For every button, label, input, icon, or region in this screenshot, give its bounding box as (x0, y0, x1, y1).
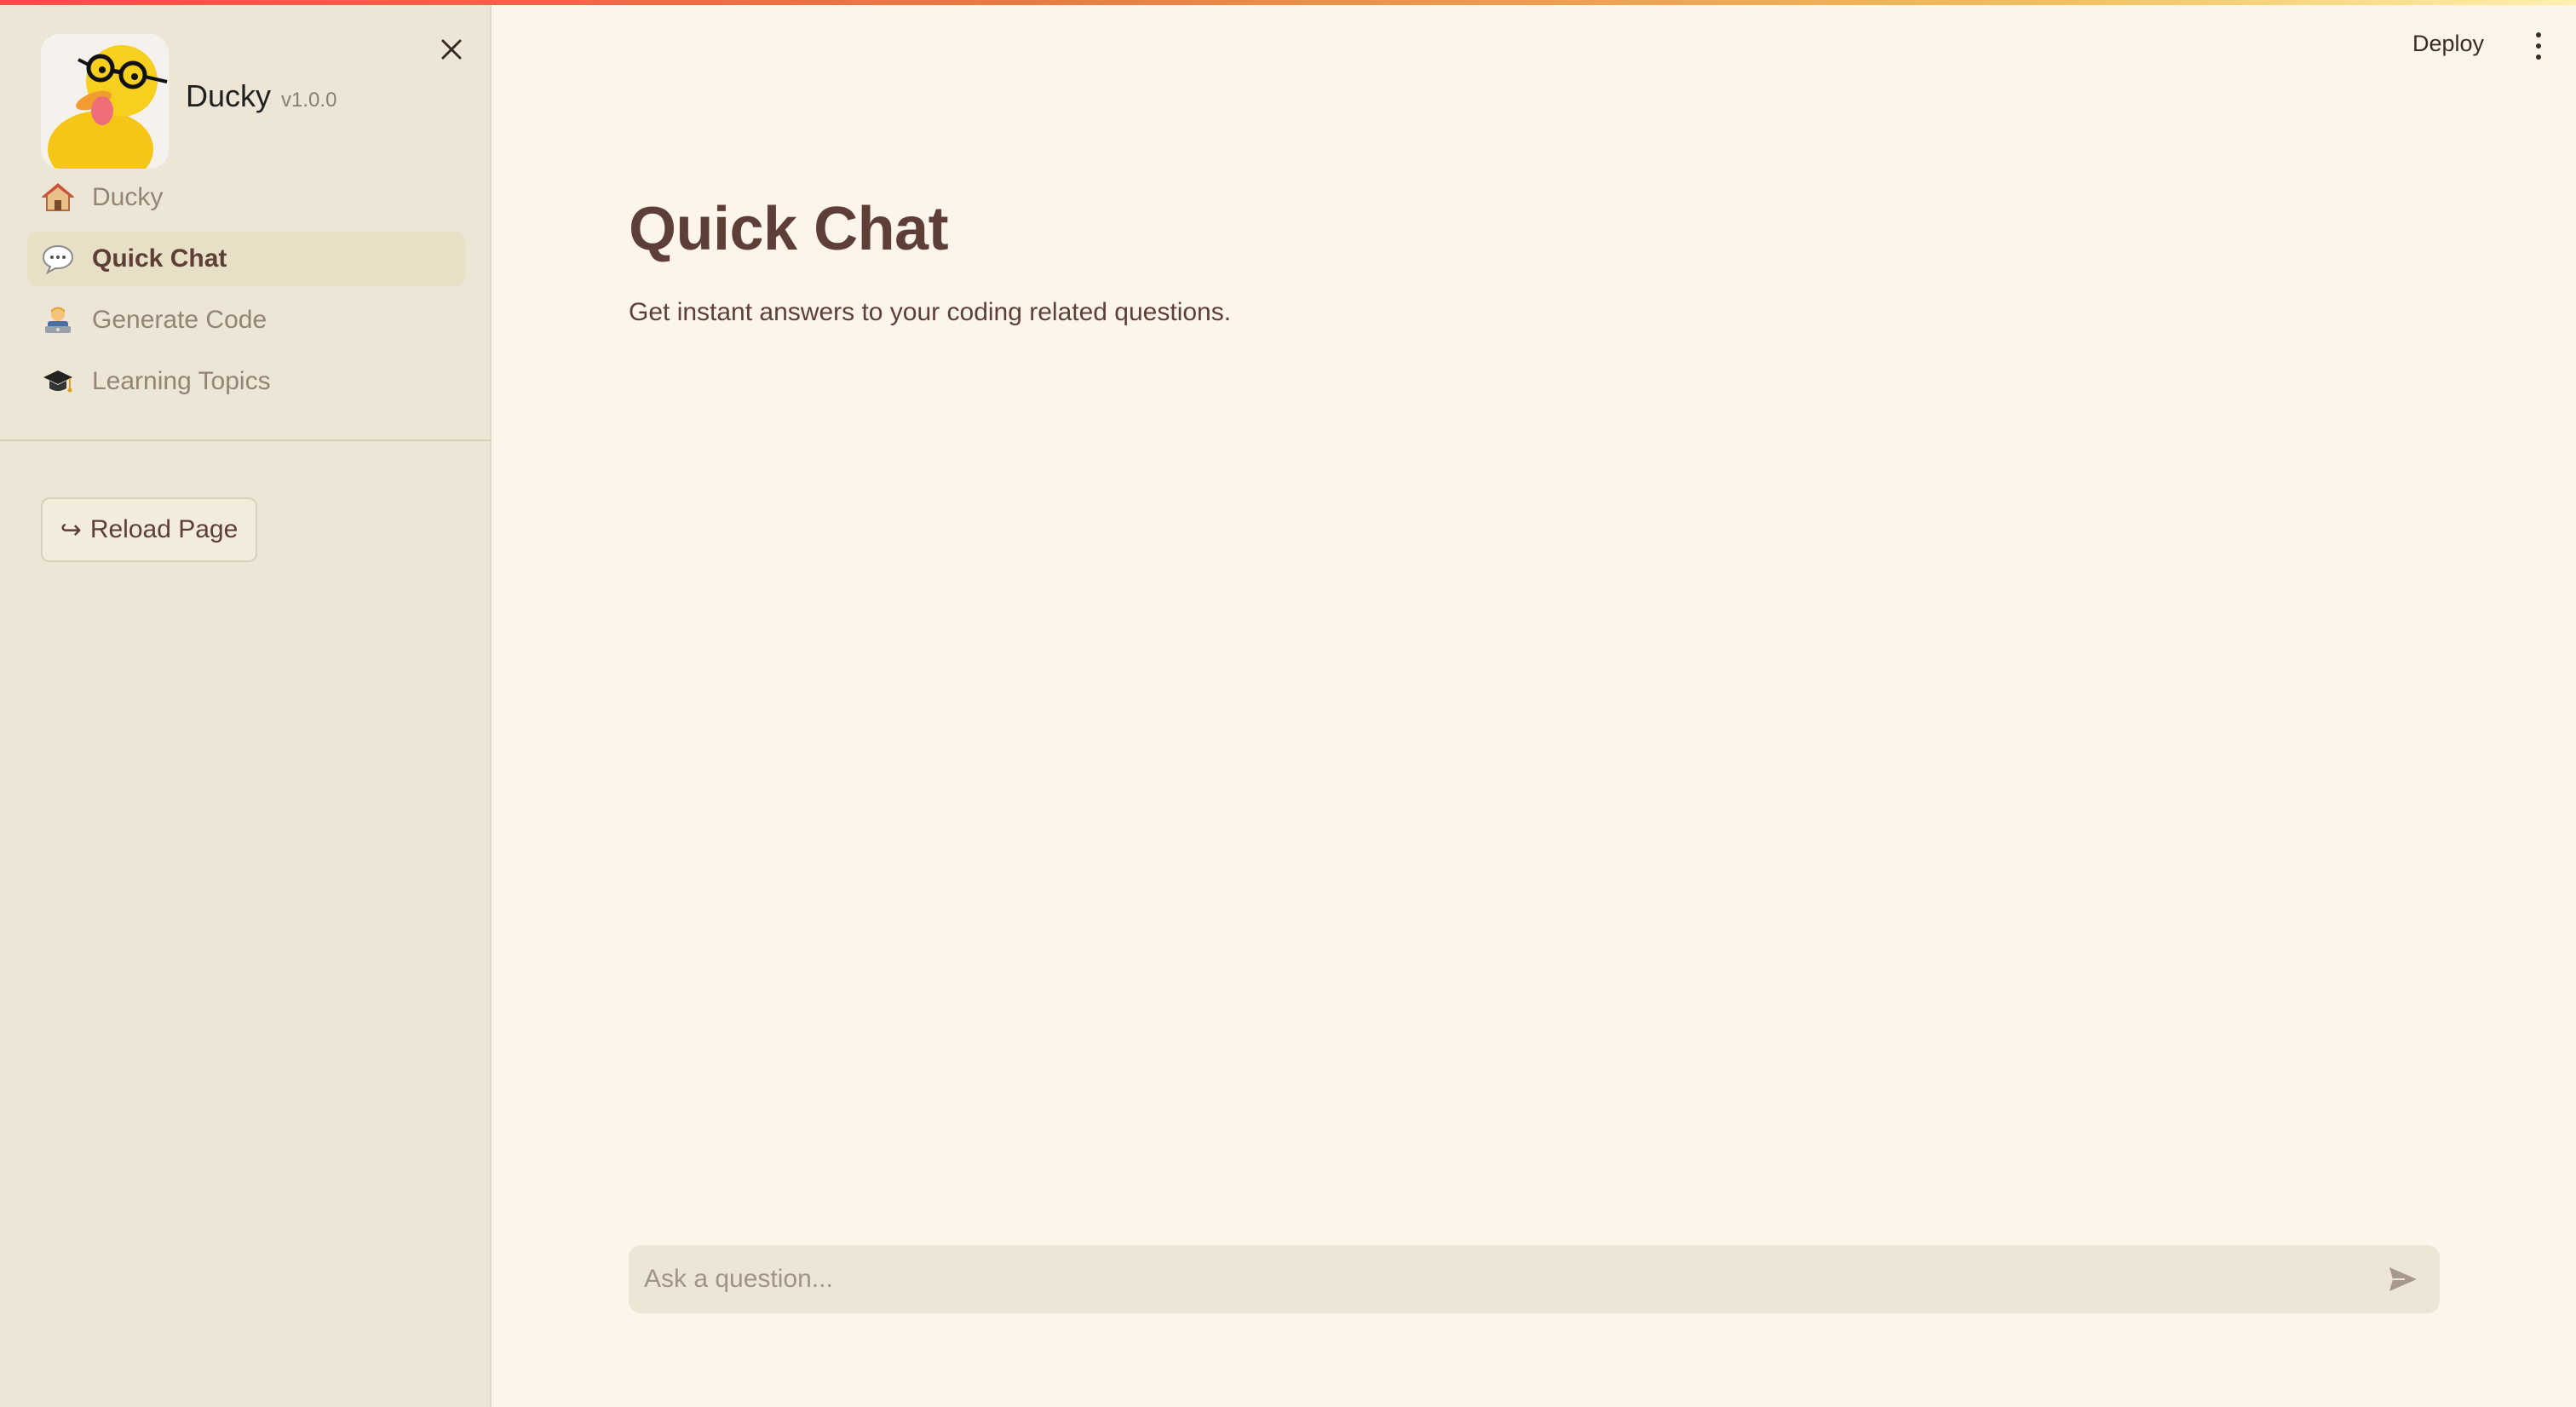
sidebar-item-label: Learning Topics (92, 367, 271, 395)
main-menu-button[interactable] (2527, 29, 2550, 63)
sidebar-item-learning-topics[interactable]: Learning Topics (27, 354, 465, 409)
app-title: Ducky v1.0.0 (186, 78, 336, 114)
duck-logo-icon (41, 34, 169, 169)
reload-page-button[interactable]: ↪ Reload Page (41, 497, 257, 562)
app-name: Ducky (186, 78, 272, 113)
sidebar-item-label: Ducky (92, 183, 164, 211)
reload-page-label: Reload Page (89, 515, 239, 543)
sidebar-item-label: Quick Chat (92, 244, 227, 273)
sidebar-nav: Ducky Quick Chat Generate Code Learning … (27, 170, 465, 416)
sidebar-item-generate-code[interactable]: Generate Code (27, 293, 465, 347)
page-title: Quick Chat (629, 195, 949, 263)
kebab-dot (2536, 55, 2541, 60)
kebab-dot (2536, 32, 2541, 37)
app-version: v1.0.0 (281, 89, 337, 112)
deploy-button[interactable]: Deploy (2402, 26, 2494, 62)
send-button[interactable] (2373, 1249, 2433, 1309)
sidebar: Ducky v1.0.0 Ducky Quick Chat Generate C… (0, 0, 492, 1407)
close-sidebar-button[interactable] (434, 32, 469, 66)
speech-bubble-icon (41, 242, 75, 276)
return-arrow-icon: ↪ (60, 515, 82, 544)
close-icon (441, 39, 462, 60)
sidebar-item-label: Generate Code (92, 306, 267, 334)
chat-input-container (629, 1244, 2440, 1314)
kebab-dot (2536, 43, 2541, 49)
chat-input[interactable] (629, 1244, 2373, 1314)
sidebar-divider (0, 439, 492, 441)
send-icon (2389, 1267, 2417, 1291)
app-root: Ducky v1.0.0 Ducky Quick Chat Generate C… (0, 0, 2576, 1407)
top-decoration-bar (0, 0, 2576, 5)
page-subtitle: Get instant answers to your coding relat… (629, 298, 1232, 326)
house-icon (41, 181, 75, 215)
sidebar-item-quick-chat[interactable]: Quick Chat (27, 232, 465, 286)
technologist-icon (41, 303, 75, 337)
sidebar-item-ducky[interactable]: Ducky (27, 170, 465, 225)
graduation-cap-icon (41, 365, 75, 399)
